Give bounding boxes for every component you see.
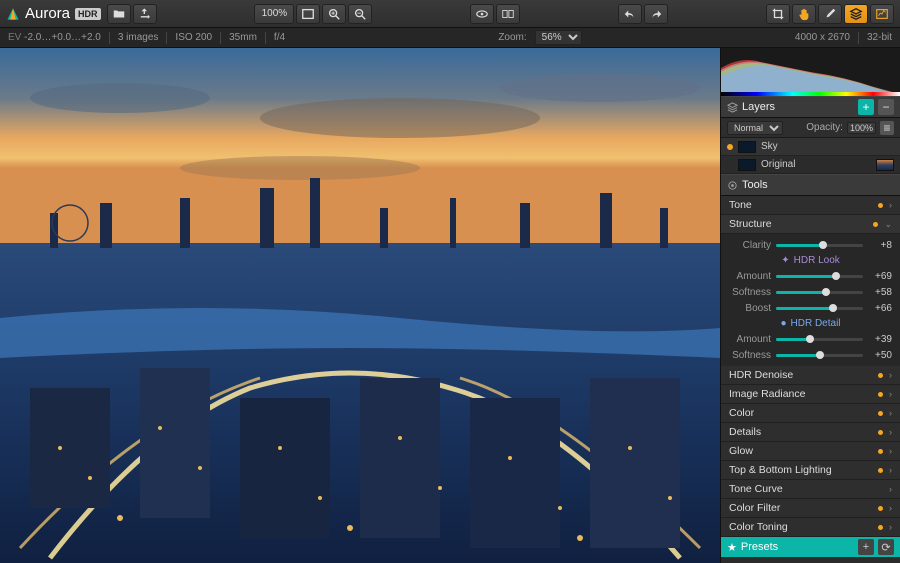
layers-panel-button[interactable] [844,4,868,24]
add-preset-button[interactable]: + [858,539,874,555]
zoom-label: Zoom: [498,32,526,43]
brush-tool-button[interactable] [818,4,842,24]
layer-preview-thumb [876,159,894,171]
preview-button[interactable] [470,4,494,24]
chevron-right-icon: › [889,408,892,418]
chevron-right-icon: › [889,446,892,456]
layers-icon [727,102,738,113]
hdr-badge: HDR [75,8,101,20]
look-softness-slider[interactable]: Softness +58 [721,284,900,300]
structure-panel: Clarity +8 ✦HDR Look Amount +69 Softness… [721,234,900,366]
chevron-right-icon: › [889,465,892,475]
refresh-presets-button[interactable]: ⟳ [878,539,894,555]
add-layer-button[interactable]: + [858,99,874,115]
image-dimensions: 4000 x 2670 [795,32,850,43]
presets-title: Presets [741,541,854,553]
app-name: Aurora [25,5,70,22]
layer-name: Original [761,159,795,170]
detail-amount-slider[interactable]: Amount +39 [721,331,900,347]
aperture-value: f/4 [274,32,285,43]
tool-color-filter[interactable]: Color Filter› [721,499,900,518]
tool-color-toning[interactable]: Color Toning› [721,518,900,537]
layers-title: Layers [742,101,854,113]
tool-glow[interactable]: Glow› [721,442,900,461]
image-count: 3 images [118,32,159,43]
tools-title: Tools [742,179,894,191]
side-panel: Layers + − Normal Opacity: 100% ≡ Sky Or… [720,48,900,563]
layer-thumb [738,141,756,153]
chevron-right-icon: › [889,200,892,210]
layer-thumb [738,159,756,171]
layer-controls: Normal Opacity: 100% ≡ [721,118,900,138]
clarity-slider[interactable]: Clarity +8 [721,237,900,253]
focal-length: 35mm [229,32,257,43]
chevron-right-icon: › [889,370,892,380]
export-button[interactable] [133,4,157,24]
top-toolbar: Aurora HDR 100% [0,0,900,28]
presets-bar[interactable]: ★ Presets + ⟳ [721,537,900,557]
detail-softness-slider[interactable]: Softness +50 [721,347,900,363]
zoom-in-button[interactable] [322,4,346,24]
tools-icon [727,180,738,191]
hdr-detail-title: ●HDR Detail [721,316,900,331]
layer-row-sky[interactable]: Sky [721,138,900,156]
tool-hdr-denoise[interactable]: HDR Denoise› [721,366,900,385]
star-icon: ★ [727,541,737,554]
tool-structure[interactable]: Structure⌄ [721,215,900,234]
app-logo: Aurora HDR [6,5,101,22]
hand-tool-button[interactable] [792,4,816,24]
look-amount-slider[interactable]: Amount +69 [721,268,900,284]
tool-tone-curve[interactable]: Tone Curve› [721,480,900,499]
histogram[interactable] [721,48,900,96]
compare-button[interactable] [496,4,520,24]
layer-row-original[interactable]: Original [721,156,900,174]
chevron-right-icon: › [889,522,892,532]
image-canvas[interactable] [0,48,720,563]
chevron-right-icon: › [889,503,892,513]
remove-layer-button[interactable]: − [878,99,894,115]
tool-details[interactable]: Details› [721,423,900,442]
main-area: Layers + − Normal Opacity: 100% ≡ Sky Or… [0,48,900,563]
opacity-value[interactable]: 100% [847,122,876,134]
look-boost-slider[interactable]: Boost +66 [721,300,900,316]
open-button[interactable] [107,4,131,24]
hdr-look-title: ✦HDR Look [721,253,900,268]
tools-header: Tools [721,174,900,196]
layer-menu-button[interactable]: ≡ [880,121,894,135]
ev-label: EV [8,32,21,43]
tool-top-bottom-lighting[interactable]: Top & Bottom Lighting› [721,461,900,480]
chevron-right-icon: › [889,427,892,437]
info-bar: EV -2.0…+0.0…+2.0 3 images ISO 200 35mm … [0,28,900,48]
aurora-logo-icon [6,7,20,21]
redo-button[interactable] [644,4,668,24]
tool-image-radiance[interactable]: Image Radiance› [721,385,900,404]
tool-tone[interactable]: Tone› [721,196,900,215]
histogram-panel-button[interactable] [870,4,894,24]
chevron-right-icon: › [889,484,892,494]
chevron-down-icon: ⌄ [884,219,892,230]
tool-color[interactable]: Color› [721,404,900,423]
layers-header: Layers + − [721,96,900,118]
crop-button[interactable] [766,4,790,24]
fit-screen-button[interactable] [296,4,320,24]
opacity-label: Opacity: [806,122,843,133]
blend-mode-select[interactable]: Normal [727,121,783,135]
bit-depth: 32-bit [867,32,892,43]
hdr-image-placeholder [0,48,720,563]
chevron-right-icon: › [889,389,892,399]
iso-value: ISO 200 [175,32,212,43]
zoom-select[interactable]: 56% [535,30,582,45]
undo-button[interactable] [618,4,642,24]
visibility-dot-icon[interactable] [727,144,733,150]
layer-name: Sky [761,141,778,152]
ev-value: -2.0…+0.0…+2.0 [24,32,101,43]
zoom-100-button[interactable]: 100% [254,4,294,24]
zoom-out-button[interactable] [348,4,372,24]
